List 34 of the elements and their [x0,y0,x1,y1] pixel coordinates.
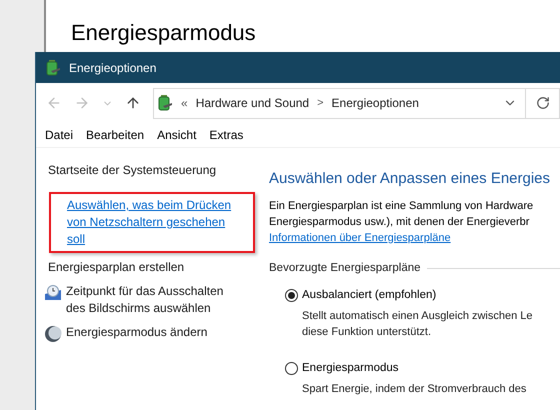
intro-text: Ein Energiesparplan ist eine Sammlung von Hardware [269,198,534,214]
address-bar[interactable]: « Hardware und Sound > Energieoptionen [153,88,560,118]
menu-item[interactable]: Datei [45,126,74,144]
info-link[interactable]: Informationen über Energiesparpläne [269,230,451,246]
battery-icon [157,94,173,112]
path-overflow[interactable]: « [181,94,188,112]
plan-description: Spart Energie, indem der Stromverbrauch des [302,382,528,398]
sidebar-item[interactable]: Energiesparmodus ändern [66,324,208,341]
radio-button[interactable] [285,362,298,376]
battery-icon [45,58,61,76]
radio-button[interactable] [285,288,298,302]
breadcrumb[interactable]: Hardware und Sound [196,94,310,112]
sidebar-item[interactable]: Energiesparplan erstellen [48,259,184,276]
menu-item[interactable]: Ansicht [157,126,196,144]
moon-icon [44,325,62,343]
intro-text: Energiesparmodus usw.), mit denen der Energieverbr [269,214,530,230]
group-label: Bevorzugte Energiesparpläne [269,260,421,276]
plan-description: diese Funktion unterstützt. [302,325,432,340]
menu-item[interactable]: Bearbeiten [86,126,144,144]
window-title: Energieoptionen [69,60,156,76]
plan-name[interactable]: Energiesparmodus [302,360,399,378]
section-heading: Auswählen oder Anpassen eines Energies [269,169,552,189]
refresh-icon[interactable] [536,96,550,110]
breadcrumb[interactable]: Energieoptionen [332,94,419,112]
monitor-clock-icon [44,284,62,302]
plan-name[interactable]: Ausbalanciert (empfohlen) [302,286,436,304]
sidebar-link[interactable]: Auswählen, was beim Drücken von Netzschaltern geschehen soll [67,197,243,248]
menu-item[interactable]: Extras [209,126,244,144]
path-separator: > [317,96,324,111]
sidebar-item[interactable]: Startseite der Systemsteuerung [48,162,216,179]
page-heading: Energiesparmodus [71,19,257,47]
plan-description: Stellt automatisch einen Ausgleich zwischen Le [302,309,534,324]
sidebar-item[interactable]: Zeitpunkt für das Ausschalten des Bildschirms auswählen [66,283,246,317]
up-icon[interactable] [125,95,141,111]
